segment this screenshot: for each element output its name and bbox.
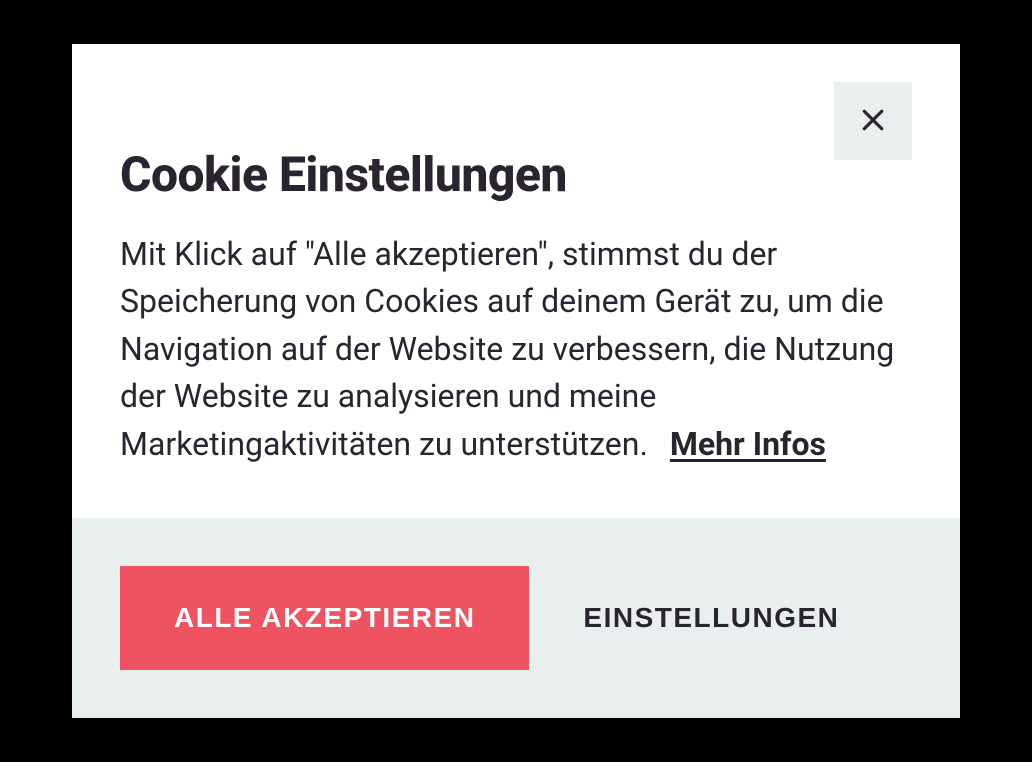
modal-body: Mit Klick auf "Alle akzeptieren", stimms… [72, 203, 960, 518]
accept-all-button[interactable]: ALLE AKZEPTIEREN [120, 566, 529, 670]
modal-title: Cookie Einstellungen [120, 146, 912, 203]
cookie-settings-modal: Cookie Einstellungen Mit Klick auf "Alle… [72, 44, 960, 718]
more-info-link[interactable]: Mehr Infos [670, 425, 826, 463]
close-icon [858, 105, 888, 138]
modal-description: Mit Klick auf "Alle akzeptieren", stimms… [120, 231, 912, 468]
modal-footer: ALLE AKZEPTIEREN EINSTELLUNGEN [72, 518, 960, 718]
modal-header: Cookie Einstellungen [72, 44, 960, 203]
settings-button[interactable]: EINSTELLUNGEN [563, 566, 859, 670]
close-button[interactable] [834, 82, 912, 160]
